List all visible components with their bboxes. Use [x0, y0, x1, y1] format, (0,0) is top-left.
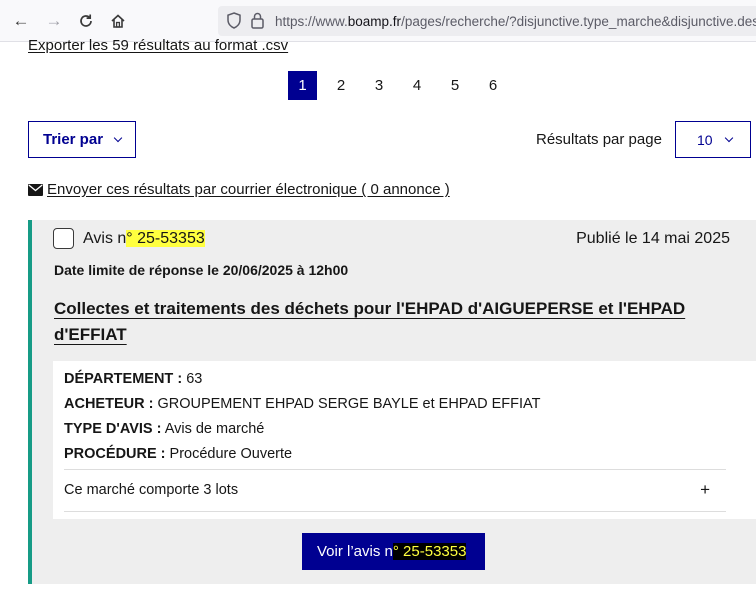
view-notice-button[interactable]: Voir l’avis n ° 25-53353: [302, 533, 485, 570]
browser-toolbar: ← → https://www.boamp.fr/pages/recherche…: [0, 0, 756, 42]
sort-button[interactable]: Trier par: [28, 121, 136, 158]
notice-select-checkbox[interactable]: [53, 228, 74, 249]
email-results-link[interactable]: Envoyer ces résultats par courrier élect…: [28, 181, 450, 198]
forward-arrow-icon[interactable]: →: [44, 11, 64, 31]
page-4-button[interactable]: 4: [398, 71, 436, 100]
per-page-label: Résultats par page: [536, 131, 662, 148]
export-csv-link[interactable]: Exporter les 59 résultats au format .csv: [28, 37, 288, 54]
page-6-button[interactable]: 6: [474, 71, 512, 100]
page-1-button[interactable]: 1: [288, 71, 317, 100]
email-link-label: Envoyer ces résultats par courrier élect…: [47, 181, 450, 198]
acheteur-row: ACHETEUR : GROUPEMENT EHPAD SERGE BAYLE …: [64, 396, 541, 412]
sort-label: Trier par: [43, 131, 104, 148]
lots-accordion[interactable]: Ce marché comporte 3 lots +: [64, 469, 726, 512]
page-2-button[interactable]: 2: [322, 71, 360, 100]
response-deadline: Date limite de réponse le 20/06/2025 à 1…: [54, 262, 349, 278]
procedure-row: PROCÉDURE : Procédure Ouverte: [64, 446, 293, 462]
notice-number: Avis n° 25-53353: [83, 230, 205, 247]
chevron-down-icon: [724, 133, 733, 142]
back-arrow-icon[interactable]: ←: [11, 11, 31, 31]
departement-row: DÉPARTEMENT : 63: [64, 371, 203, 387]
published-date: Publié le 14 mai 2025: [576, 230, 730, 247]
type-avis-row: TYPE D'AVIS : Avis de marché: [64, 421, 265, 437]
pagination: 1 2 3 4 5 6: [288, 71, 512, 100]
reload-icon[interactable]: [76, 11, 96, 31]
home-icon[interactable]: [108, 11, 128, 31]
expand-plus-icon[interactable]: +: [700, 480, 710, 500]
envelope-icon: [28, 183, 43, 196]
per-page-value: 10: [697, 131, 713, 148]
notice-title-link[interactable]: Collectes et traitements des déchets pou…: [54, 296, 694, 348]
lots-label: Ce marché comporte 3 lots: [64, 482, 239, 498]
page-3-button[interactable]: 3: [360, 71, 398, 100]
per-page-select[interactable]: 10: [675, 121, 751, 158]
notice-card: Avis n° 25-53353 Publié le 14 mai 2025 D…: [28, 220, 756, 584]
chevron-down-icon: [113, 133, 123, 142]
notice-details: DÉPARTEMENT : 63 ACHETEUR : GROUPEMENT E…: [53, 361, 756, 519]
page-5-button[interactable]: 5: [436, 71, 474, 100]
lock-icon[interactable]: [251, 12, 264, 34]
address-bar[interactable]: https://www.boamp.fr/pages/recherche/?di…: [218, 6, 756, 36]
shield-icon[interactable]: [227, 12, 241, 34]
url-text: https://www.boamp.fr/pages/recherche/?di…: [275, 14, 756, 29]
